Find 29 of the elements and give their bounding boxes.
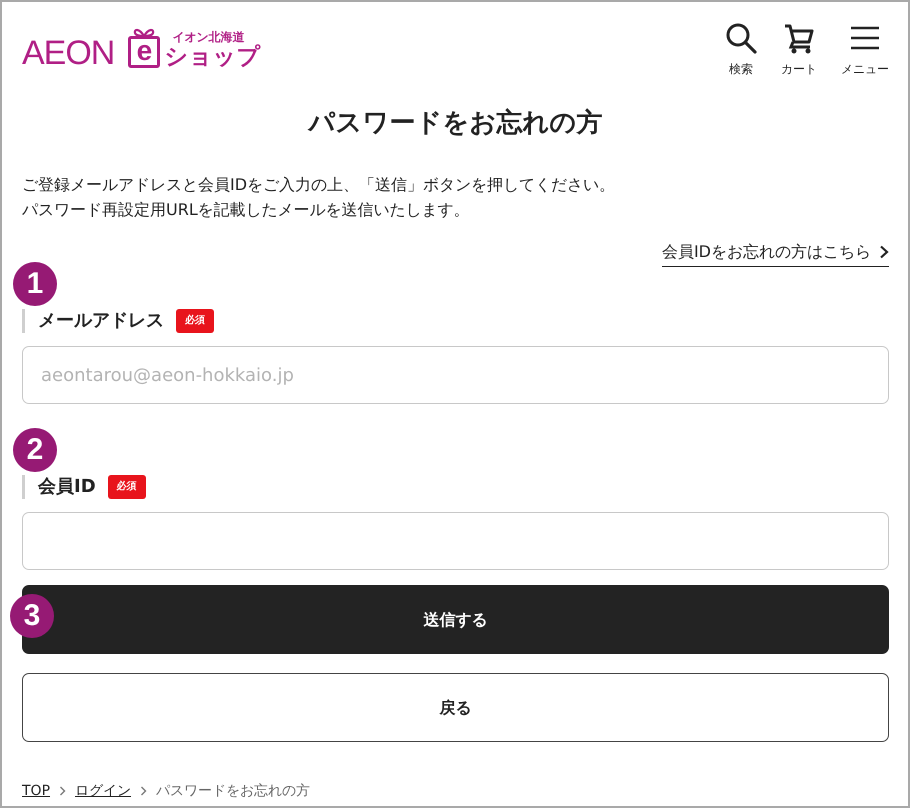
forgot-id-link[interactable]: 会員IDをお忘れの方はこちら <box>662 240 889 267</box>
breadcrumb-separator-icon <box>140 786 148 796</box>
page-title: パスワードをお忘れの方 <box>306 107 604 140</box>
breadcrumb-link[interactable]: TOP <box>22 781 50 801</box>
breadcrumb-separator-icon <box>59 786 66 796</box>
cart-icon <box>783 22 815 54</box>
step-marker: 3 <box>10 594 54 638</box>
cart-button[interactable]: カート <box>781 22 817 76</box>
chevron-right-icon <box>879 245 889 259</box>
logo-letter-box: e <box>128 36 160 68</box>
member-id-field[interactable] <box>22 512 889 570</box>
email-field[interactable]: aeontarou@aeon-hokkaio.jp <box>22 346 889 404</box>
instruction-text: ご登録メールアドレスと会員IDをご入力の上、「送信」ボタンを押してください。 パスワード再設定用URLを記載したメールを送信いたします。 <box>22 174 616 221</box>
field-label: メールアドレス <box>22 309 164 333</box>
breadcrumb-current: パスワードをお忘れの方 <box>156 782 310 801</box>
logo-shop-text: ショップ <box>164 44 260 70</box>
back-button[interactable]: 戻る <box>22 673 889 742</box>
required-tag: 必須 <box>108 475 146 499</box>
ribbon-bow-icon <box>133 28 156 37</box>
logo-wordmark: AEON <box>22 36 114 70</box>
field-label: 会員ID <box>22 475 96 499</box>
menu-button[interactable]: メニュー <box>841 22 889 76</box>
search-icon <box>725 22 757 54</box>
required-tag: 必須 <box>176 309 214 333</box>
logo-region-text: イオン北海道 <box>172 30 246 44</box>
step-marker: 1 <box>13 262 57 306</box>
breadcrumb-link[interactable]: ログイン <box>75 781 132 801</box>
step-marker: 2 <box>13 428 57 472</box>
search-button[interactable]: 検索 <box>725 22 757 76</box>
